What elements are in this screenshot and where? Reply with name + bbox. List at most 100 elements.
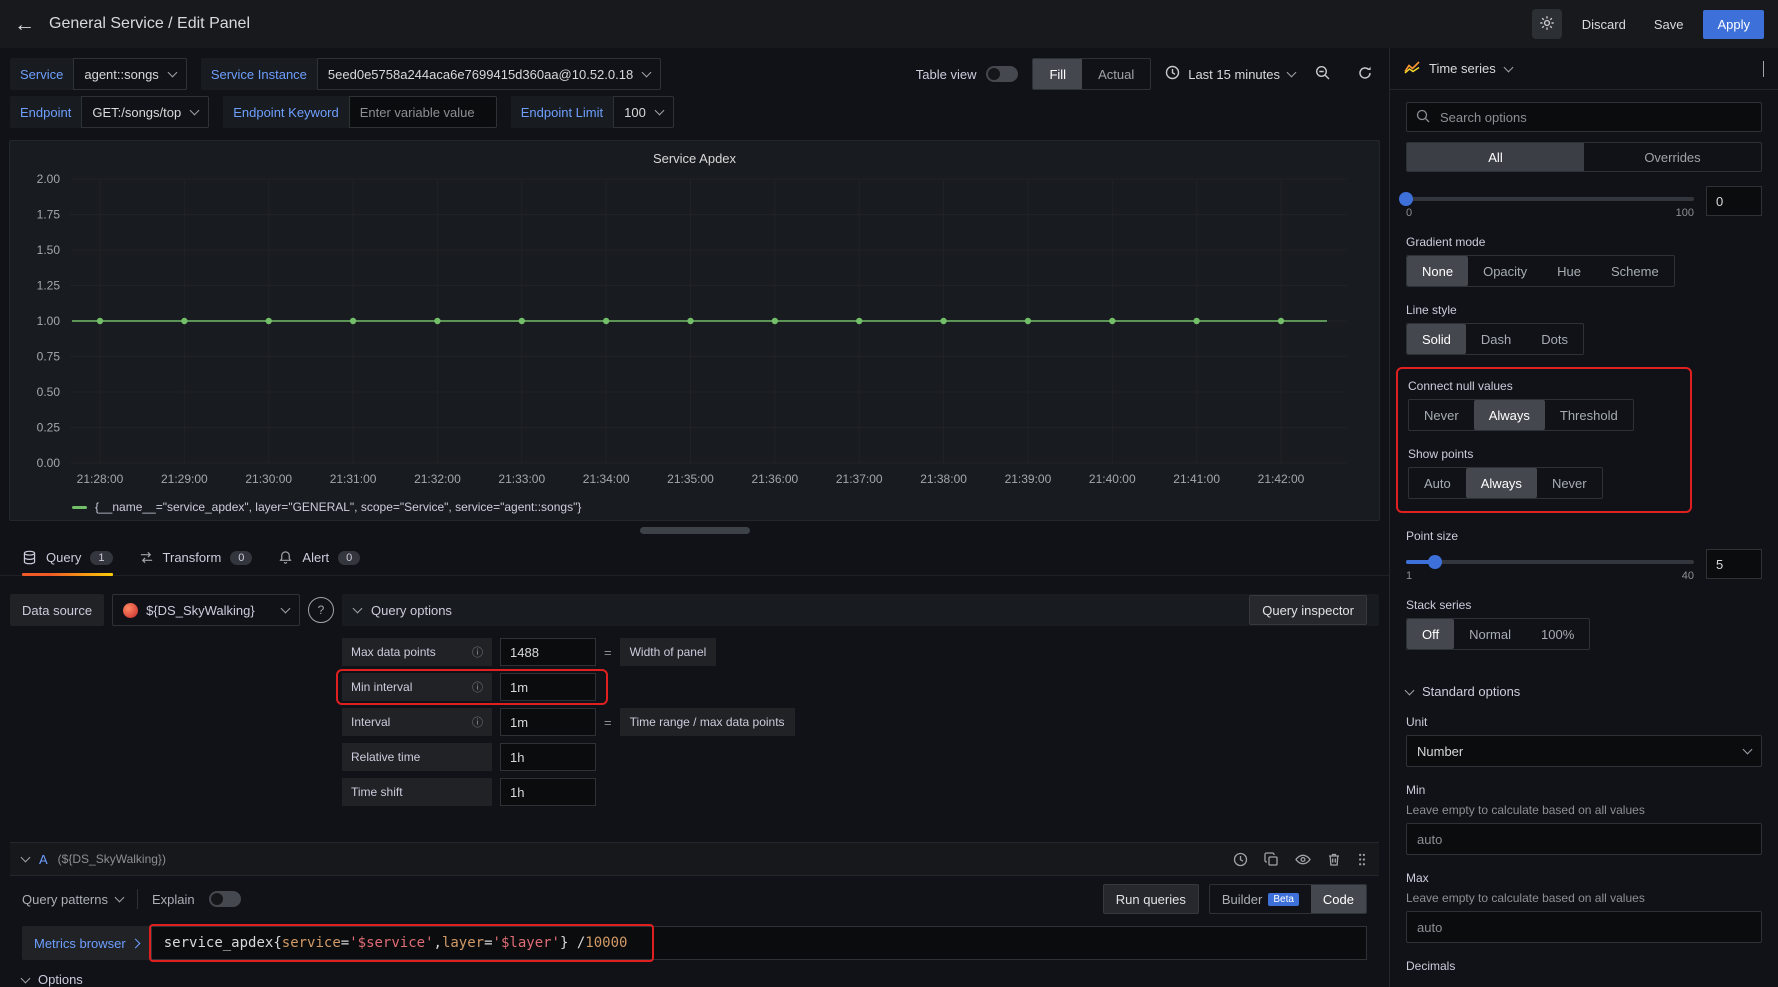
remove-query-button[interactable] — [1327, 852, 1341, 867]
endpoint-keyword-input[interactable] — [349, 96, 497, 128]
tab-alert[interactable]: Alert 0 — [278, 540, 360, 575]
tab-transform[interactable]: Transform 0 — [139, 540, 253, 575]
point-size-label: Point size — [1406, 529, 1762, 543]
svg-text:1.25: 1.25 — [37, 279, 61, 293]
connect-nulls-label: Connect null values — [1408, 379, 1680, 393]
svg-text:1.75: 1.75 — [37, 208, 61, 222]
point-size-value[interactable]: 5 — [1706, 549, 1762, 579]
collapse-pane-button[interactable] — [1763, 61, 1764, 76]
points-never-button[interactable]: Never — [1537, 468, 1602, 498]
fill-opacity-value[interactable]: 0 — [1706, 186, 1762, 216]
datasource-help-button[interactable]: ? — [308, 597, 334, 623]
query-a-header[interactable]: A (${DS_SkyWalking}) — [10, 842, 1379, 876]
interval-input[interactable]: 1m — [500, 708, 596, 736]
gradient-mode-label: Gradient mode — [1406, 235, 1762, 249]
promql-expression[interactable]: service_apdex{service='$service', layer=… — [151, 926, 1367, 960]
relative-time-label: Relative time — [342, 743, 492, 771]
connect-always-button[interactable]: Always — [1474, 400, 1545, 430]
slider-min-label: 0 — [1406, 207, 1412, 219]
metrics-browser-row: Metrics browser service_apdex{service='$… — [10, 920, 1379, 960]
min-interval-input[interactable]: 1m — [500, 673, 596, 701]
disable-query-button[interactable] — [1295, 852, 1311, 867]
options-search-input[interactable] — [1438, 109, 1752, 126]
stack-series-label: Stack series — [1406, 598, 1762, 612]
svg-text:21:35:00: 21:35:00 — [667, 472, 714, 486]
equals-sign: = — [604, 645, 612, 660]
options-search[interactable] — [1406, 102, 1762, 132]
show-points-group: Auto Always Never — [1408, 467, 1603, 499]
zoom-out-button[interactable] — [1309, 60, 1337, 88]
slider-min-label: 1 — [1406, 570, 1412, 582]
query-options-collapse[interactable]: Options — [10, 960, 1379, 987]
discard-button[interactable]: Discard — [1574, 11, 1634, 38]
drag-handle-icon[interactable] — [1357, 852, 1367, 867]
connect-threshold-button[interactable]: Threshold — [1545, 400, 1633, 430]
points-always-button[interactable]: Always — [1466, 468, 1537, 498]
standard-options-header[interactable]: Standard options — [1406, 684, 1762, 699]
slider-handle[interactable] — [1399, 192, 1413, 206]
explain-toggle[interactable] — [209, 891, 241, 907]
var-service-select[interactable]: agent::songs — [73, 58, 186, 90]
slider-handle[interactable] — [1428, 555, 1442, 569]
unit-select[interactable]: Number — [1406, 735, 1762, 767]
gradient-hue-button[interactable]: Hue — [1542, 256, 1596, 286]
metrics-browser-button[interactable]: Metrics browser — [22, 926, 151, 960]
line-dots-button[interactable]: Dots — [1526, 324, 1583, 354]
gradient-opacity-button[interactable]: Opacity — [1468, 256, 1542, 286]
tab-query[interactable]: Query 1 — [22, 540, 113, 575]
line-dash-button[interactable]: Dash — [1466, 324, 1526, 354]
relative-time-input[interactable]: 1h — [500, 743, 596, 771]
point-size-slider[interactable] — [1406, 560, 1694, 564]
stack-off-button[interactable]: Off — [1407, 619, 1454, 649]
stack-100-button[interactable]: 100% — [1526, 619, 1589, 649]
back-arrow-icon[interactable]: ← — [14, 14, 35, 35]
page-title: General Service / Edit Panel — [49, 15, 250, 33]
gradient-none-button[interactable]: None — [1407, 256, 1468, 286]
time-shift-input[interactable]: 1h — [500, 778, 596, 806]
line-solid-button[interactable]: Solid — [1407, 324, 1466, 354]
svg-text:21:40:00: 21:40:00 — [1089, 472, 1136, 486]
stack-normal-button[interactable]: Normal — [1454, 619, 1526, 649]
max-input[interactable] — [1406, 911, 1762, 943]
annotation-connect-show-points: Connect null values Never Always Thresho… — [1396, 367, 1692, 513]
visualization-picker[interactable]: Time series — [1390, 48, 1778, 90]
var-instance-select[interactable]: 5eed0e5758a244aca6e7699415d360aa@10.52.0… — [317, 58, 661, 90]
chevron-right-icon — [130, 938, 140, 948]
legend-label: {__name__="service_apdex", layer="GENERA… — [95, 500, 581, 514]
gradient-scheme-button[interactable]: Scheme — [1596, 256, 1674, 286]
save-button[interactable]: Save — [1646, 11, 1692, 38]
table-view-toggle[interactable] — [986, 66, 1018, 82]
tab-overrides[interactable]: Overrides — [1584, 143, 1761, 171]
actual-option-button[interactable]: Actual — [1082, 59, 1150, 89]
svg-text:21:34:00: 21:34:00 — [583, 472, 630, 486]
max-data-points-input[interactable]: 1488 — [500, 638, 596, 666]
var-endpoint-select[interactable]: GET:/songs/top — [81, 96, 209, 128]
min-input[interactable] — [1406, 823, 1762, 855]
query-inspector-button[interactable]: Query inspector — [1249, 595, 1367, 625]
time-range-picker[interactable]: Last 15 minutes — [1165, 58, 1295, 90]
panel-resize-handle[interactable] — [640, 527, 750, 534]
refresh-button[interactable] — [1351, 60, 1379, 88]
query-options-header[interactable]: Query options Query inspector — [342, 594, 1379, 626]
datasource-picker[interactable]: ${DS_SkyWalking} — [112, 594, 300, 626]
fill-opacity-slider[interactable] — [1406, 197, 1694, 201]
builder-mode-button[interactable]: Builder Beta — [1210, 885, 1311, 913]
duplicate-query-button[interactable] — [1264, 852, 1279, 867]
var-endpoint-limit-select[interactable]: 100 — [613, 96, 674, 128]
query-history-button[interactable] — [1233, 852, 1248, 867]
connect-never-button[interactable]: Never — [1409, 400, 1474, 430]
query-patterns-dropdown[interactable]: Query patterns — [22, 892, 123, 907]
run-queries-button[interactable]: Run queries — [1103, 884, 1199, 914]
settings-gear-button[interactable] — [1532, 9, 1562, 39]
database-icon — [22, 550, 37, 565]
question-icon: ? — [318, 603, 325, 617]
points-auto-button[interactable]: Auto — [1409, 468, 1466, 498]
code-mode-button[interactable]: Code — [1311, 885, 1366, 913]
time-range-chip: Time range / max data points — [620, 708, 795, 736]
fill-option-button[interactable]: Fill — [1033, 59, 1082, 89]
options-body: All Overrides 0 100 0 Gradient mode — [1390, 90, 1778, 987]
relative-time-row: Relative time 1h — [342, 743, 1379, 771]
tab-all[interactable]: All — [1407, 143, 1584, 171]
chart-legend[interactable]: {__name__="service_apdex", layer="GENERA… — [18, 500, 1371, 516]
apply-button[interactable]: Apply — [1703, 10, 1764, 39]
